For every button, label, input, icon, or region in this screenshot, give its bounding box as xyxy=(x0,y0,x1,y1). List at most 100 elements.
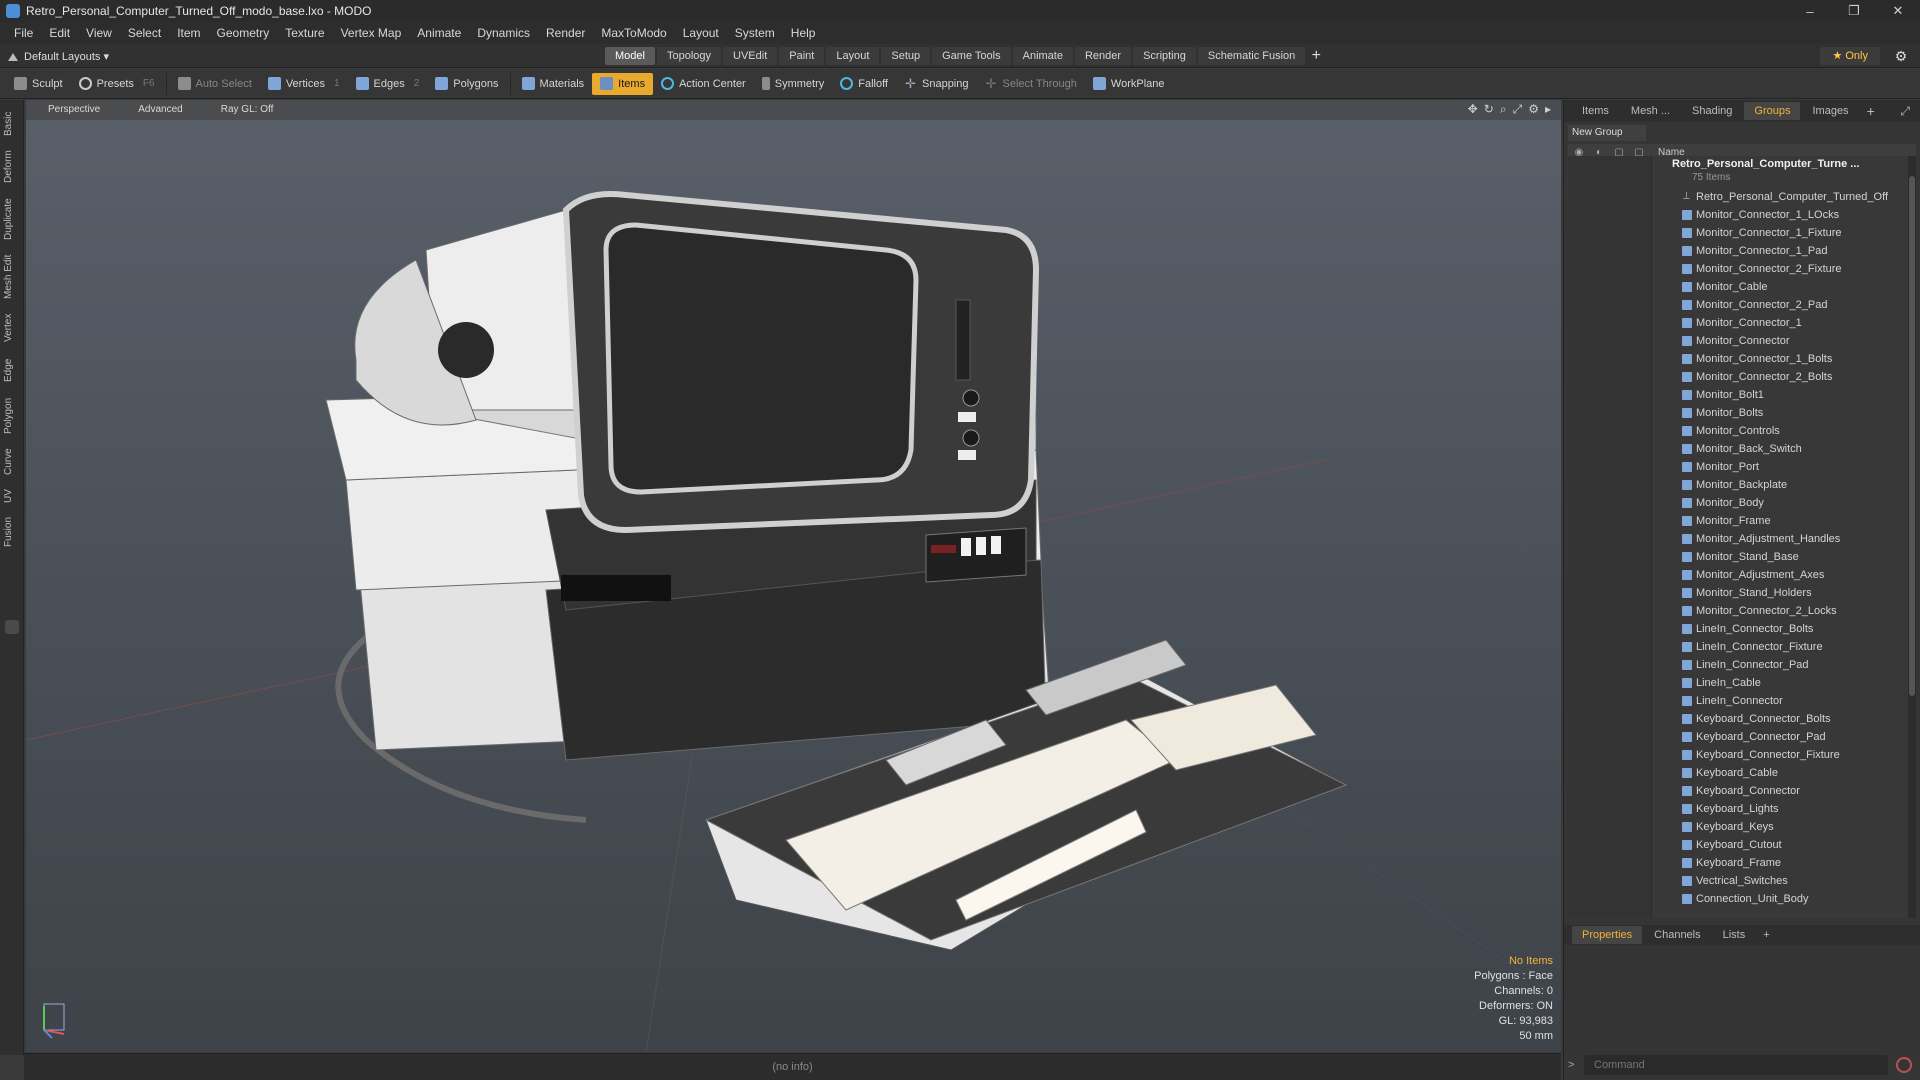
group-item-row[interactable]: Monitor_Adjustment_Handles xyxy=(1656,530,1840,548)
menu-layout[interactable]: Layout xyxy=(675,26,727,40)
snapping-button[interactable]: ✛ Snapping xyxy=(896,73,977,95)
zoom-icon[interactable]: ⌕ xyxy=(1500,102,1507,117)
menu-select[interactable]: Select xyxy=(120,26,169,40)
group-item-row[interactable]: Monitor_Bolt1 xyxy=(1656,386,1764,404)
expand-panel-icon[interactable]: ⤢ xyxy=(1900,104,1910,119)
viewport-more-icon[interactable]: ▸ xyxy=(1545,102,1551,117)
group-item-row[interactable]: Keyboard_Connector xyxy=(1656,782,1800,800)
group-item-row[interactable]: Keyboard_Connector_Fixture xyxy=(1656,746,1840,764)
group-item-row[interactable]: Monitor_Stand_Base xyxy=(1656,548,1799,566)
scrollbar-thumb[interactable] xyxy=(1909,176,1915,696)
tab-items[interactable]: Items xyxy=(1572,102,1619,120)
group-item-row[interactable]: Monitor_Connector_1_LOcks xyxy=(1656,206,1839,224)
group-item-row[interactable]: LineIn_Connector xyxy=(1656,692,1783,710)
vtab-deform[interactable]: Deform xyxy=(3,146,21,188)
group-item-row[interactable]: Monitor_Connector_2_Bolts xyxy=(1656,368,1832,386)
default-layouts-dropdown[interactable]: Default Layouts ▾ xyxy=(8,47,109,65)
group-item-row[interactable]: Monitor_Connector_1_Fixture xyxy=(1656,224,1842,242)
palette-toggle-icon[interactable] xyxy=(5,620,19,634)
viewport-gear-icon[interactable]: ⚙ xyxy=(1528,102,1539,117)
layout-toggle-icon[interactable] xyxy=(8,51,18,61)
vtab-fusion[interactable]: Fusion xyxy=(3,512,21,552)
group-item-row[interactable]: Monitor_Bolts xyxy=(1656,404,1763,422)
action-center-button[interactable]: Action Center xyxy=(653,73,754,95)
vtab-mesh-edit[interactable]: Mesh Edit xyxy=(3,250,21,304)
sculpt-button[interactable]: Sculpt xyxy=(6,73,71,95)
raygl-toggle[interactable]: Ray GL: Off xyxy=(208,103,286,117)
group-item-row[interactable]: Monitor_Connector_1 xyxy=(1656,314,1802,332)
group-item-row[interactable]: Keyboard_Connector_Bolts xyxy=(1656,710,1831,728)
add-props-tab-icon[interactable]: + xyxy=(1763,929,1769,941)
close-button[interactable]: ✕ xyxy=(1876,0,1920,22)
command-input[interactable] xyxy=(1584,1055,1888,1075)
menu-item[interactable]: Item xyxy=(169,26,208,40)
group-item-row[interactable]: LineIn_Cable xyxy=(1656,674,1761,692)
tab-images[interactable]: Images xyxy=(1802,102,1858,120)
group-item-row[interactable]: Connection_Unit_Body xyxy=(1656,890,1809,908)
tab-setup[interactable]: Setup xyxy=(881,47,931,65)
tab-mesh[interactable]: Mesh ... xyxy=(1621,102,1680,120)
group-item-row[interactable]: Monitor_Backplate xyxy=(1656,476,1787,494)
vtab-basic[interactable]: Basic xyxy=(3,106,21,142)
materials-mode-button[interactable]: Materials xyxy=(514,73,593,95)
menu-system[interactable]: System xyxy=(727,26,783,40)
tab-game-tools[interactable]: Game Tools xyxy=(932,47,1011,65)
group-item-row[interactable]: Keyboard_Cable xyxy=(1656,764,1778,782)
vertices-mode-button[interactable]: Vertices 1 xyxy=(260,73,348,95)
group-item-row[interactable]: Monitor_Frame xyxy=(1656,512,1771,530)
vtab-curve[interactable]: Curve xyxy=(3,444,21,480)
edges-mode-button[interactable]: Edges 2 xyxy=(348,73,428,95)
menu-geometry[interactable]: Geometry xyxy=(209,26,278,40)
select-through-button[interactable]: ✛ Select Through xyxy=(977,73,1085,95)
polygons-mode-button[interactable]: Polygons xyxy=(427,73,506,95)
menu-vertex-map[interactable]: Vertex Map xyxy=(333,26,410,40)
vtab-uv[interactable]: UV xyxy=(3,484,21,508)
menu-help[interactable]: Help xyxy=(783,26,824,40)
gear-icon[interactable]: ⚙ xyxy=(1892,47,1910,65)
fit-icon[interactable]: ⤢ xyxy=(1513,102,1523,117)
vtab-vertex[interactable]: Vertex xyxy=(3,308,21,348)
vtab-duplicate[interactable]: Duplicate xyxy=(3,192,21,246)
falloff-button[interactable]: Falloff xyxy=(832,73,896,95)
group-item-row[interactable]: Monitor_Body xyxy=(1656,494,1764,512)
tab-scripting[interactable]: Scripting xyxy=(1133,47,1196,65)
vtab-edge[interactable]: Edge xyxy=(3,352,21,388)
menu-render[interactable]: Render xyxy=(538,26,593,40)
group-item-row[interactable]: Keyboard_Cutout xyxy=(1656,836,1782,854)
new-group-button[interactable]: New Group xyxy=(1568,125,1646,141)
shading-dropdown[interactable]: Advanced xyxy=(126,103,195,117)
group-item-row[interactable]: Keyboard_Keys xyxy=(1656,818,1774,836)
group-item-row[interactable]: LineIn_Connector_Fixture xyxy=(1656,638,1823,656)
group-item-row[interactable]: Monitor_Connector_1_Pad xyxy=(1656,242,1827,260)
group-item-row[interactable]: Keyboard_Connector_Pad xyxy=(1656,728,1826,746)
auto-select-button[interactable]: Auto Select xyxy=(170,73,260,95)
group-item-row[interactable]: Monitor_Connector_2_Locks xyxy=(1656,602,1837,620)
menu-texture[interactable]: Texture xyxy=(277,26,332,40)
tab-model[interactable]: Model xyxy=(605,47,655,65)
group-item-row[interactable]: LineIn_Connector_Pad xyxy=(1656,656,1809,674)
minimize-button[interactable]: – xyxy=(1788,0,1832,22)
group-item-row[interactable]: Monitor_Port xyxy=(1656,458,1759,476)
group-item-row[interactable]: Monitor_Stand_Holders xyxy=(1656,584,1812,602)
maximize-button[interactable]: ❐ xyxy=(1832,0,1876,22)
group-item-row[interactable]: Keyboard_Lights xyxy=(1656,800,1779,818)
add-panel-tab-icon[interactable]: + xyxy=(1867,103,1875,119)
list-scrollbar[interactable] xyxy=(1908,156,1916,918)
tab-animate[interactable]: Animate xyxy=(1012,47,1073,65)
group-item-row[interactable]: Vectrical_Switches xyxy=(1656,872,1788,890)
group-item-row[interactable]: Monitor_Back_Switch xyxy=(1656,440,1802,458)
group-row[interactable]: Retro_Personal_Computer_Turne ... xyxy=(1652,158,1859,170)
group-item-row[interactable]: ⊥ Retro_Personal_Computer_Turned_Off xyxy=(1656,188,1888,206)
tab-properties[interactable]: Properties xyxy=(1572,926,1643,944)
tab-topology[interactable]: Topology xyxy=(656,47,722,65)
group-item-row[interactable]: Monitor_Connector xyxy=(1656,332,1790,350)
add-tab-icon[interactable]: + xyxy=(1307,47,1325,65)
rotate-icon[interactable]: ↻ xyxy=(1484,102,1494,117)
group-item-row[interactable]: Monitor_Connector_2_Pad xyxy=(1656,296,1827,314)
tab-lists[interactable]: Lists xyxy=(1713,926,1756,944)
menu-file[interactable]: File xyxy=(6,26,41,40)
tab-uvedit[interactable]: UVEdit xyxy=(723,47,778,65)
group-item-row[interactable]: LineIn_Connector_Bolts xyxy=(1656,620,1813,638)
workplane-button[interactable]: WorkPlane xyxy=(1085,73,1173,95)
group-item-row[interactable]: Monitor_Cable xyxy=(1656,278,1768,296)
